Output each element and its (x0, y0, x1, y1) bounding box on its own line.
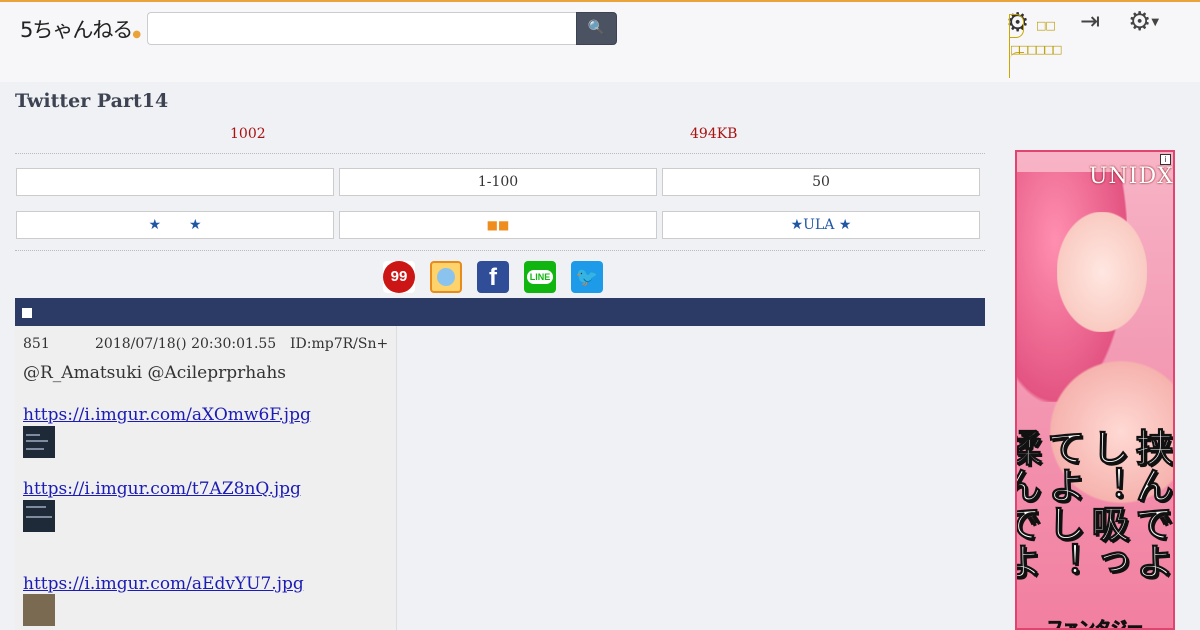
post-body: @R_Amatsuki @Acileprprhahs (23, 363, 286, 383)
nav-button-first-100[interactable]: 1-100 (339, 168, 657, 196)
nav-button-last-50[interactable]: 50 (662, 168, 980, 196)
ad-logo: UNIDX (1089, 164, 1174, 189)
logo-text: 5ちゃんねる (20, 18, 133, 42)
image-thumbnail[interactable] (23, 500, 55, 532)
99-icon: 99 (383, 261, 415, 293)
share-line-button[interactable]: LINE (524, 261, 556, 293)
nav-button-all[interactable] (16, 168, 334, 196)
ad-illustration-face (1057, 212, 1147, 332)
login-icon[interactable]: ⇥ (1080, 7, 1100, 35)
section-marker (22, 308, 32, 318)
share-hatena-button[interactable] (430, 261, 462, 293)
image-thumbnail[interactable] (23, 426, 55, 458)
thread-title: Twitter Part14 (15, 90, 169, 112)
divider (15, 153, 985, 154)
nav-button-middle[interactable]: ■■ (339, 211, 657, 239)
ad-banner[interactable]: UNIDX i 挟んでよし！吸ってよし！揉んでよし！ ファンタジー (1015, 150, 1175, 630)
post-count: 1002 (230, 126, 266, 142)
ad-headline: 挟んでよし！吸ってよし！揉んでよし！ (1015, 428, 1173, 581)
share-99-button[interactable]: 99 (383, 261, 415, 293)
section-header-bar (15, 298, 985, 326)
image-link[interactable]: https://i.imgur.com/aEdvYU7.jpg (23, 574, 304, 594)
image-link[interactable]: https://i.imgur.com/t7AZ8nQ.jpg (23, 479, 301, 499)
menu-gear-icon[interactable]: ⚙▼ (1128, 7, 1159, 37)
ad-info-icon[interactable]: i (1160, 154, 1171, 165)
search-button[interactable]: 🔍 (576, 12, 617, 45)
post-id[interactable]: ID:mp7R/Sn+ (290, 336, 388, 352)
line-icon: LINE (526, 270, 554, 284)
chevron-down-icon: ▼ (1151, 17, 1160, 28)
nav-button-ula[interactable]: ★ULA ★ (662, 211, 980, 239)
thread-size: 494KB (690, 126, 738, 142)
facebook-icon: f (489, 264, 497, 291)
tooltip-text-top: □□ (1036, 19, 1056, 32)
tooltip-bubble: □□ □□□□□□ (1009, 14, 1062, 78)
share-twitter-button[interactable]: 🐦 (571, 261, 603, 293)
search-input[interactable] (147, 12, 577, 45)
divider (15, 250, 985, 251)
image-link[interactable]: https://i.imgur.com/aXOmw6F.jpg (23, 405, 311, 425)
post: 851 2018/07/18() 20:30:01.55 ID:mp7R/Sn+… (15, 326, 397, 630)
hatena-icon (437, 268, 455, 286)
twitter-icon: 🐦 (575, 267, 599, 287)
image-thumbnail[interactable] (23, 594, 55, 626)
tooltip-text-bottom: □□□□□□ (1010, 43, 1062, 56)
nav-button-star-left[interactable]: ★ ★ (16, 211, 334, 239)
ad-bottom-text: ファンタジー (1046, 618, 1144, 630)
share-facebook-button[interactable]: f (477, 261, 509, 293)
orange-squares-icon: ■■ (486, 218, 510, 232)
site-logo[interactable]: 5ちゃんねる● (20, 14, 141, 44)
search-icon: 🔍 (587, 20, 606, 36)
top-bar: 5ちゃんねる● 🔍 ⚙ □□ □□□□□□ ⇥ ⚙▼ (0, 0, 1200, 82)
post-date: 2018/07/18() 20:30:01.55 (95, 336, 277, 352)
post-number[interactable]: 851 (23, 336, 50, 352)
